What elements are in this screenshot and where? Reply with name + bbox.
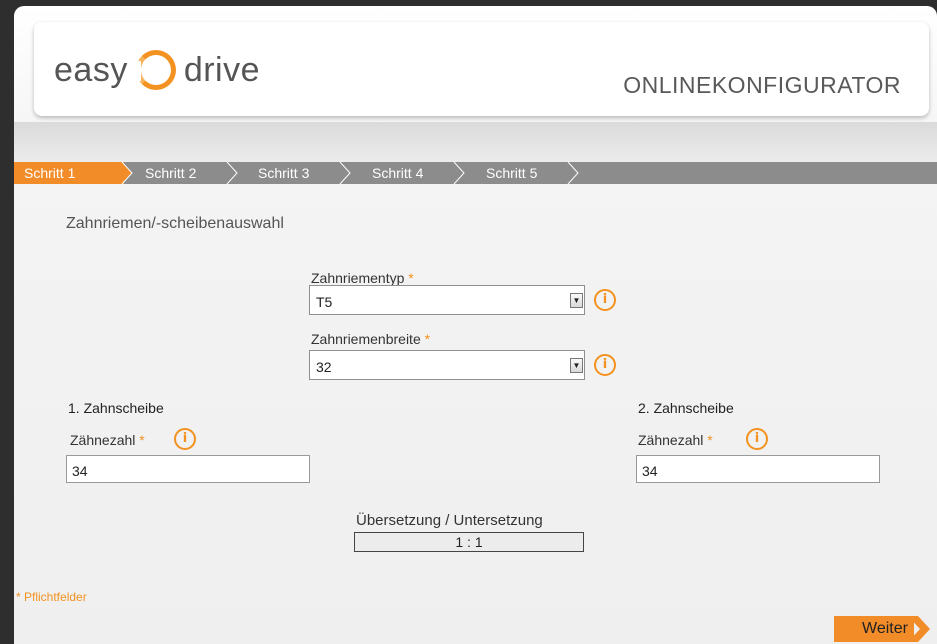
step-chevron-icon (112, 162, 133, 184)
chevron-right-icon[interactable] (908, 614, 937, 644)
ratio-label: Übersetzung / Untersetzung (356, 512, 543, 529)
step-2-label: Schritt 2 (145, 165, 197, 181)
configurator-window: easy drive ONLINEKONFIGURATOR Schritt 1 … (14, 6, 937, 644)
pulley-2-teeth-label: Zähnezahl * (638, 432, 713, 448)
ratio-value: 1 : 1 (354, 532, 584, 552)
pulley-2-teeth-label-text: Zähnezahl (638, 432, 704, 448)
required-mark: * (707, 432, 713, 448)
step-5[interactable]: Schritt 5 (476, 162, 579, 184)
belt-type-select[interactable]: T5 ▼ (309, 285, 585, 315)
pulley-2-heading: 2. Zahnscheibe (638, 400, 734, 416)
step-chevron-icon (339, 162, 351, 184)
logo-text-left: easy (54, 50, 128, 89)
step-4-label: Schritt 4 (372, 165, 424, 181)
pulley-1-teeth-label-text: Zähnezahl (70, 432, 136, 448)
step-2[interactable]: Schritt 2 (135, 162, 238, 184)
info-icon[interactable]: i (746, 428, 768, 450)
belt-type-value: T5 (316, 294, 333, 310)
next-button[interactable]: Weiter (834, 616, 914, 642)
logo-ring-icon (132, 50, 176, 90)
info-icon[interactable]: i (174, 428, 196, 450)
required-mark: * (408, 270, 414, 286)
chevron-down-icon[interactable]: ▼ (570, 358, 583, 373)
logo-text-right: drive (183, 50, 261, 89)
required-fields-note: * Pflichtfelder (16, 590, 87, 604)
info-icon[interactable]: i (594, 354, 616, 376)
info-icon[interactable]: i (594, 289, 616, 311)
belt-type-label-text: Zahnriementyp (311, 270, 405, 286)
belt-width-select[interactable]: 32 ▼ (309, 350, 585, 380)
pulley-1-teeth-label: Zähnezahl * (70, 432, 145, 448)
step-4[interactable]: Schritt 4 (362, 162, 465, 184)
pulley-1-heading: 1. Zahnscheibe (68, 400, 164, 416)
step-5-label: Schritt 5 (486, 165, 538, 181)
chevron-down-icon[interactable]: ▼ (570, 293, 583, 308)
step-chevron-icon (453, 162, 465, 184)
header-band (14, 122, 937, 162)
step-navigation: Schritt 1 Schritt 2 Schritt 3 Schritt 4 (14, 162, 937, 184)
step-3-label: Schritt 3 (258, 165, 310, 181)
belt-width-value: 32 (316, 359, 332, 375)
app-title: ONLINEKONFIGURATOR (623, 72, 901, 98)
step-1-label: Schritt 1 (24, 165, 76, 181)
step-1[interactable]: Schritt 1 (14, 162, 133, 184)
belt-width-label-text: Zahnriemenbreite (311, 331, 421, 347)
belt-type-label: Zahnriementyp * (311, 270, 414, 286)
step-3[interactable]: Schritt 3 (248, 162, 351, 184)
required-mark: * (424, 331, 431, 347)
required-mark: * (139, 432, 145, 448)
header: easy drive ONLINEKONFIGURATOR (34, 22, 929, 116)
belt-width-label: Zahnriemenbreite * (311, 331, 430, 347)
easydrive-logo: easy drive (54, 48, 260, 92)
pulley-2-teeth-input[interactable]: 34 (636, 455, 880, 483)
step-chevron-icon (226, 162, 238, 184)
pulley-1-teeth-input[interactable]: 34 (66, 455, 310, 483)
section-title: Zahnriemen/-scheibenauswahl (66, 215, 284, 232)
step-chevron-icon (567, 162, 579, 184)
